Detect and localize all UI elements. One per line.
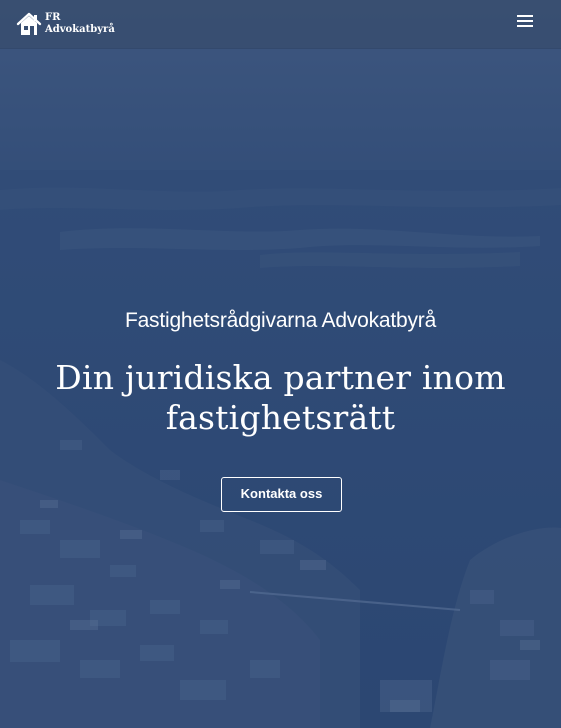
hero-content: Fastighetsrådgivarna Advokatbyrå Din jur… bbox=[0, 0, 561, 728]
hamburger-menu-icon[interactable] bbox=[515, 12, 535, 30]
menu-line bbox=[517, 20, 533, 22]
site-logo[interactable]: FR Advokatbyrå bbox=[16, 10, 115, 38]
contact-us-button[interactable]: Kontakta oss bbox=[221, 477, 342, 512]
hero-headline: Din juridiska partner inom fastighetsrät… bbox=[55, 358, 506, 437]
menu-line bbox=[517, 15, 533, 17]
firm-name: Fastighetsrådgivarna Advokatbyrå bbox=[124, 309, 437, 332]
logo-line-1: FR bbox=[45, 12, 61, 23]
site-header: FR Advokatbyrå bbox=[0, 0, 561, 48]
logo-line-2: Advokatbyrå bbox=[45, 24, 115, 35]
logo-text: FR Advokatbyrå bbox=[45, 12, 115, 36]
menu-line bbox=[517, 25, 533, 27]
house-icon bbox=[16, 12, 42, 35]
